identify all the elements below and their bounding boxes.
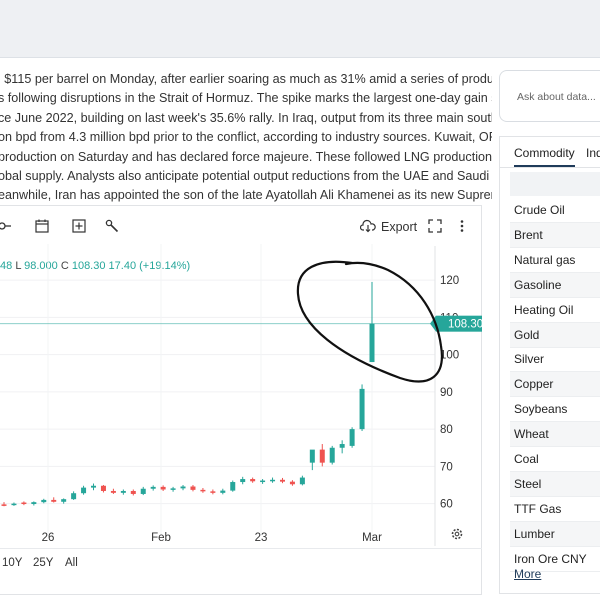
candle-body[interactable] — [160, 486, 166, 490]
table-row[interactable]: TTF Gas — [510, 497, 600, 522]
article-line: obal supply. Analysts also anticipate po… — [0, 169, 492, 184]
last-price-label: 108.30 — [448, 319, 482, 331]
range-button-10y[interactable]: 10Y — [2, 557, 22, 569]
candle-body[interactable] — [31, 502, 37, 505]
table-row[interactable]: Gasoline — [510, 272, 600, 298]
gear-icon[interactable] — [451, 528, 463, 540]
range-button-all[interactable]: All — [65, 557, 78, 569]
gear-icon-shape — [451, 528, 463, 540]
candlestick-chart[interactable]: 1201101009080706026Feb23Mar108.30 — [0, 206, 482, 546]
candle-body[interactable] — [140, 488, 146, 494]
article-line: s following disruptions in the Strait of… — [0, 91, 492, 106]
range-selector: 10Y 25Y All — [0, 548, 482, 578]
candle-body[interactable] — [61, 499, 67, 502]
price-chart-panel: Export 48 L 98.000 C 108.30 17.40 (+19.1… — [0, 205, 482, 595]
candle-body[interactable] — [329, 447, 335, 463]
candle-body[interactable] — [91, 485, 97, 488]
gear-icon-hub — [454, 531, 460, 537]
article-line: production on Saturday and has declared … — [0, 149, 492, 164]
candle-body[interactable] — [279, 479, 285, 482]
x-tick-label: 23 — [255, 532, 268, 544]
article-text: l $115 per barrel on Monday, after earli… — [0, 70, 492, 206]
x-tick-label: Mar — [362, 532, 382, 544]
y-tick-label: 90 — [440, 387, 453, 399]
table-row[interactable]: Gold — [510, 322, 600, 348]
candle-body[interactable] — [369, 323, 375, 363]
candle-body[interactable] — [359, 388, 365, 430]
article-line: l $115 per barrel on Monday, after earli… — [0, 72, 492, 86]
candle-body[interactable] — [309, 449, 315, 463]
table-row[interactable]: Soybeans — [510, 397, 600, 423]
candle-body[interactable] — [289, 481, 295, 485]
candle-body[interactable] — [71, 493, 77, 500]
candle-body[interactable] — [180, 486, 186, 489]
candle-body[interactable] — [299, 477, 305, 485]
article-line: on bpd from 4.3 million bpd prior to the… — [0, 130, 492, 145]
candle-body[interactable] — [270, 479, 276, 482]
candle-body[interactable] — [170, 488, 176, 490]
candle-body[interactable] — [130, 490, 136, 494]
article-line: eanwhile, Iran has appointed the son of … — [0, 188, 492, 203]
table-row[interactable]: Copper — [510, 372, 600, 398]
candle-body[interactable] — [220, 490, 226, 493]
y-tick-label: 60 — [440, 499, 453, 511]
table-row[interactable]: Heating Oil — [510, 298, 600, 323]
table-row[interactable]: Steel — [510, 471, 600, 497]
candle-body[interactable] — [81, 487, 87, 494]
right-panel: Ask about data... Commodity Ind Crude Oi… — [499, 70, 600, 595]
candle-body[interactable] — [240, 479, 246, 483]
candle-body[interactable] — [200, 489, 206, 492]
candle-body[interactable] — [190, 486, 196, 490]
table-row[interactable]: Silver — [510, 347, 600, 373]
candle-body[interactable] — [349, 429, 355, 446]
table-row[interactable]: Brent — [510, 222, 600, 248]
candle-body[interactable] — [120, 490, 126, 493]
candle-body[interactable] — [250, 479, 256, 482]
y-tick-label: 120 — [440, 275, 459, 287]
y-tick-label: 80 — [440, 424, 453, 436]
range-button-25y[interactable]: 25Y — [33, 557, 53, 569]
tab-indexes[interactable]: Ind — [586, 146, 600, 160]
candle-body[interactable] — [230, 482, 236, 491]
candle-body[interactable] — [21, 502, 27, 505]
ask-data-input[interactable]: Ask about data... — [499, 70, 600, 122]
candle-body[interactable] — [339, 444, 345, 448]
table-row[interactable]: Lumber — [510, 521, 600, 547]
candle-body[interactable] — [100, 485, 106, 491]
candle-body[interactable] — [51, 499, 57, 502]
candle-body[interactable] — [319, 449, 325, 463]
table-row[interactable]: Crude Oil — [510, 198, 600, 223]
commodity-tabs: Commodity Ind — [500, 137, 600, 167]
candle-body[interactable] — [1, 504, 7, 506]
candle-body[interactable] — [110, 490, 116, 493]
tab-commodity[interactable]: Commodity — [514, 146, 575, 167]
more-link[interactable]: More — [514, 567, 541, 581]
candle-body[interactable] — [210, 491, 216, 493]
candle-body[interactable] — [150, 486, 156, 489]
table-row[interactable]: Coal — [510, 447, 600, 472]
commodity-table: Commodity Ind Crude Oil Brent Natural gas G… — [499, 136, 600, 594]
article-line: ce June 2022, building on last week's 35… — [0, 110, 492, 125]
x-tick-label: 26 — [42, 532, 55, 544]
candle-body[interactable] — [11, 503, 17, 506]
y-tick-label: 70 — [440, 461, 453, 473]
ask-data-placeholder: Ask about data... — [517, 91, 596, 103]
tab-divider — [500, 167, 600, 168]
candle-body[interactable] — [260, 480, 266, 483]
top-bar — [0, 0, 600, 58]
table-row[interactable]: Natural gas — [510, 248, 600, 273]
x-tick-label: Feb — [151, 532, 171, 544]
table-header — [510, 172, 600, 196]
table-row[interactable]: Wheat — [510, 422, 600, 448]
candle-body[interactable] — [41, 499, 47, 503]
